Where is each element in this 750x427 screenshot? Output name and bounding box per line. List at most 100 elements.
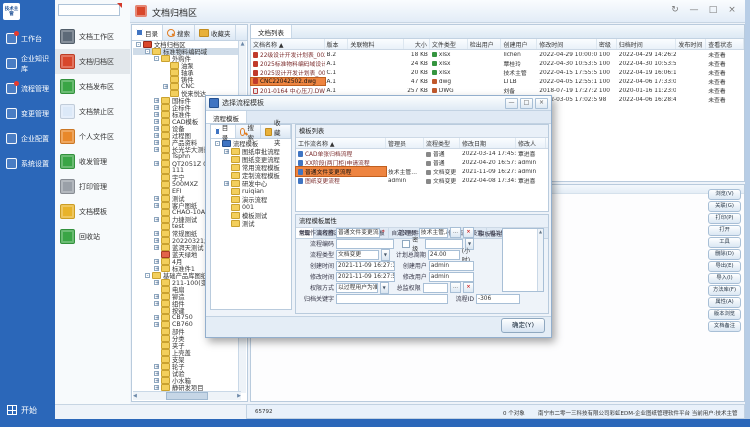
tree-node[interactable]: +研发中心	[212, 179, 290, 187]
flow-type-dropdown-icon[interactable]: ▼	[381, 249, 390, 261]
expand-icon[interactable]: +	[154, 266, 159, 271]
plan-period-field[interactable]: 24.00	[428, 250, 460, 260]
tree-node[interactable]: -外购件	[133, 55, 241, 62]
expand-icon[interactable]: +	[154, 322, 159, 327]
admin-browse-button[interactable]: …	[450, 227, 461, 238]
expand-icon[interactable]: +	[154, 196, 159, 201]
table-row[interactable]: 2025标准物料编码域设计开...A.124 KBxlsx覃桂玲2022-04-…	[251, 59, 744, 68]
modal-search-tab[interactable]: 搜索	[236, 125, 262, 138]
nav-item-7[interactable]: 打印管理	[55, 174, 130, 199]
modify-time-field[interactable]: 2021-11-09 16:27:57	[336, 272, 395, 282]
action-button-9[interactable]: 方法库(F)	[708, 285, 741, 296]
flow-id-field[interactable]: -306	[476, 294, 520, 304]
sidebar-item-1[interactable]: 工作台	[0, 26, 55, 51]
action-button-5[interactable]: 工具	[708, 237, 741, 248]
nav-item-4[interactable]: 文档禁止区	[55, 99, 130, 124]
column-header-muser[interactable]: 修改人	[516, 138, 546, 148]
tree-node[interactable]: 演示流程	[212, 195, 290, 203]
expand-icon[interactable]: +	[154, 133, 159, 138]
admin-clear-button[interactable]: ×	[463, 227, 474, 238]
dialog-minimize-icon[interactable]: —	[505, 98, 518, 109]
expand-icon[interactable]: +	[154, 364, 159, 369]
nav-search-input[interactable]	[58, 4, 120, 16]
archive-keyword-field[interactable]	[336, 294, 448, 304]
collapse-icon[interactable]: -	[145, 273, 150, 278]
action-button-1[interactable]: 浏览(V)	[708, 189, 741, 200]
workflow-name-field[interactable]: 普通文件变更流程	[336, 228, 380, 238]
sidebar-item-3[interactable]: 流程管理	[0, 76, 55, 101]
collapse-icon[interactable]: -	[215, 141, 220, 146]
tree-node[interactable]: +轮子	[133, 363, 241, 370]
expand-icon[interactable]: +	[154, 231, 159, 236]
ok-button[interactable]: 确定(Y)	[501, 318, 545, 333]
column-header-lvl[interactable]: 密级	[597, 39, 617, 49]
tree-node[interactable]: 油泵	[133, 62, 241, 69]
tree-node[interactable]: 铸件	[133, 76, 241, 83]
expand-icon[interactable]: +	[154, 259, 159, 264]
expand-icon[interactable]: +	[154, 217, 159, 222]
action-button-6[interactable]: 删除(D)	[708, 249, 741, 260]
column-header-ver[interactable]: 版本	[325, 39, 349, 49]
search-tab[interactable]: 搜索	[163, 25, 195, 40]
tree-node[interactable]: 测试	[212, 219, 290, 227]
tree-node[interactable]: 常用流程模板	[212, 163, 290, 171]
nav-item-1[interactable]: 文档工作区	[55, 24, 130, 49]
nav-item-9[interactable]: 回收站	[55, 224, 130, 249]
close-icon[interactable]: ×	[727, 5, 737, 15]
table-row[interactable]: 图纸变更流程admin文档变更2022-04-08 17:34:36覃进喜	[296, 176, 548, 185]
note-scrollbar[interactable]: ▲	[537, 229, 543, 291]
table-row[interactable]: CNC22042502.dwgA.147 KBdwgLTLB2022-04-05…	[251, 77, 744, 86]
tree-node[interactable]: 图纸变更流程	[212, 155, 290, 163]
action-button-7[interactable]: 导出(E)	[708, 261, 741, 272]
director-perm-clear-button[interactable]: ×	[463, 282, 474, 293]
expand-icon[interactable]: +	[154, 385, 159, 390]
expand-icon[interactable]: +	[224, 149, 229, 154]
expand-icon[interactable]: +	[154, 126, 159, 131]
expand-icon[interactable]: +	[154, 371, 159, 376]
column-header-mdate[interactable]: 修改日期	[460, 138, 516, 148]
tree-node[interactable]: -流程模板	[212, 139, 290, 147]
tree-node[interactable]: 夹子	[133, 342, 241, 349]
perm-mode-dropdown-icon[interactable]: ▼	[380, 282, 389, 294]
table-row[interactable]: 201-0164 中心压刀.DWGA.1257 KBDWG刘备2018-07-1…	[251, 86, 744, 95]
tree-node[interactable]: +图纸审批流程	[212, 147, 290, 155]
column-header-type[interactable]: 文件类型	[430, 39, 468, 49]
table-row[interactable]: 2025设计开发计划表_000001...C.120 KBxlsx技术主管202…	[251, 68, 744, 77]
column-header-mt[interactable]: 修改时间	[537, 39, 597, 49]
action-button-2[interactable]: 关联(G)	[708, 201, 741, 212]
action-button-3[interactable]: 打印(P)	[708, 213, 741, 224]
column-header-admin[interactable]: 管理员	[386, 138, 424, 148]
sidebar-item-5[interactable]: 企业配置	[0, 126, 55, 151]
tree-node[interactable]: 模板测试	[212, 211, 290, 219]
table-row[interactable]: CAD单张归档流程普通2022-03-14 17:45:23覃进喜	[296, 149, 548, 158]
column-header-material[interactable]: 关联物料	[348, 39, 404, 49]
table-row[interactable]: XX阶段(两门柜)申请流程普通2022-04-20 16:57:31admin	[296, 158, 548, 167]
expand-icon[interactable]: +	[154, 378, 159, 383]
expand-icon[interactable]: +	[163, 84, 168, 89]
expand-icon[interactable]: +	[154, 161, 159, 166]
expand-icon[interactable]: +	[154, 280, 159, 285]
action-button-8[interactable]: 导入(I)	[708, 273, 741, 284]
perm-mode-select[interactable]: 以过程用户为准	[336, 283, 378, 293]
modal-catalog-tab[interactable]: 目录	[211, 125, 236, 138]
create-time-field[interactable]: 2021-11-09 16:27:18	[336, 261, 395, 271]
modal-favorites-tab[interactable]: 收藏夹	[261, 125, 291, 138]
nav-item-5[interactable]: 个人文件区	[55, 124, 130, 149]
expand-icon[interactable]: +	[224, 181, 229, 186]
expand-icon[interactable]: +	[154, 294, 159, 299]
expand-icon[interactable]: +	[154, 315, 159, 320]
expand-icon[interactable]: +	[154, 238, 159, 243]
column-header-pt[interactable]: 发布时间	[676, 39, 706, 49]
action-button-10[interactable]: 属性(A)	[708, 297, 741, 308]
column-header-size[interactable]: 大小	[404, 39, 430, 49]
start-button[interactable]: 开始	[0, 401, 62, 419]
nav-item-2[interactable]: 文档归档区	[55, 49, 130, 74]
expand-icon[interactable]: +	[154, 203, 159, 208]
tree-node[interactable]: -文档归档区	[133, 41, 241, 48]
table-row[interactable]: 普通文件变更流程技术主管…文档变更2021-11-09 16:27:57admi…	[296, 167, 548, 176]
tree-node[interactable]: 支架	[133, 356, 241, 363]
expand-icon[interactable]: +	[154, 140, 159, 145]
refresh-icon[interactable]: ↻	[670, 5, 680, 15]
flow-type-select[interactable]: 文档变更	[336, 250, 379, 260]
tree-horizontal-scrollbar[interactable]: ◀▶	[133, 391, 241, 400]
